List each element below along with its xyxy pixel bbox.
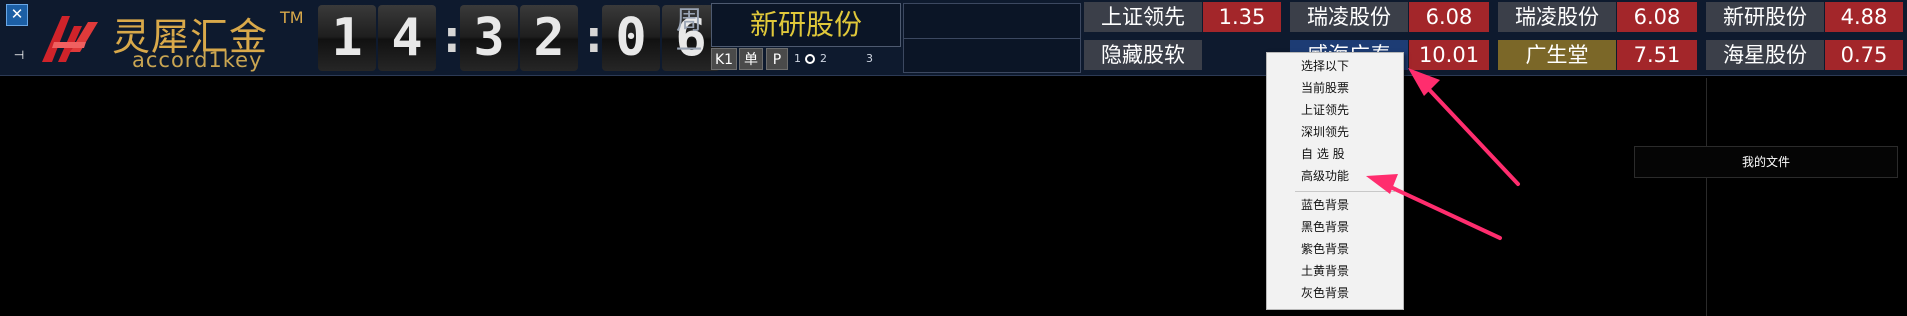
menu-item[interactable]: 灰色背景: [1301, 284, 1349, 302]
desktop-divider: [1706, 78, 1707, 316]
menu-item[interactable]: 黑色背景: [1301, 218, 1349, 236]
clock-digit: 2: [520, 5, 578, 71]
close-icon[interactable]: ✕: [6, 4, 28, 26]
ticker-value: 6.08: [1409, 2, 1489, 32]
logo-mark-icon: [42, 16, 98, 62]
p-button[interactable]: P: [766, 48, 788, 70]
context-menu: 选择以下 当前股票 上证领先 深圳领先 自 选 股 高级功能 蓝色背景 黑色背景…: [1266, 52, 1404, 310]
ticker-name[interactable]: 隐藏股软: [1084, 40, 1202, 70]
menu-separator: [1295, 191, 1395, 192]
menu-item[interactable]: 深圳领先: [1301, 123, 1349, 141]
arrow-icon: [1408, 68, 1520, 186]
my-files-item[interactable]: 我的文件: [1634, 146, 1898, 178]
ticker-value: 10.01: [1409, 40, 1489, 70]
menu-item[interactable]: 土黄背景: [1301, 262, 1349, 280]
weekday-line-1: 周: [675, 6, 702, 36]
clock-separator: :: [438, 9, 466, 63]
weekday-line-2: 一: [675, 36, 702, 66]
info-panel: [903, 3, 1081, 73]
clock-digit: 3: [460, 5, 518, 71]
menu-item[interactable]: 选择以下: [1301, 57, 1349, 75]
ticker-value: 6.08: [1617, 2, 1697, 32]
ticker-name[interactable]: 瑞凌股份: [1498, 2, 1616, 32]
ticker-value: 1.35: [1203, 2, 1281, 32]
divider: [904, 38, 1080, 39]
menu-item[interactable]: 紫色背景: [1301, 240, 1349, 258]
single-button[interactable]: 单: [739, 48, 763, 70]
ticker-name[interactable]: 新研股份: [1706, 2, 1824, 32]
current-stock-name[interactable]: 新研股份: [711, 3, 901, 47]
ticker-name[interactable]: 上证领先: [1084, 2, 1202, 32]
pin-icon[interactable]: ⊣: [10, 48, 28, 62]
weekday-label: 周 一: [673, 6, 705, 66]
ticker-name[interactable]: 瑞凌股份: [1290, 2, 1408, 32]
menu-item[interactable]: 上证领先: [1301, 101, 1349, 119]
ticker-name[interactable]: 广生堂: [1498, 40, 1616, 70]
app-logo: 灵犀汇金 TM accord1key: [40, 4, 310, 72]
radio-selected-icon[interactable]: [804, 53, 816, 65]
ticker-value: 4.88: [1825, 2, 1903, 32]
top-toolbar: ✕ ⊣ 灵犀汇金 TM accord1key 1 4 : 3 2 : 0 6 周…: [0, 0, 1907, 76]
clock-separator: :: [580, 9, 608, 63]
clock-digit: 4: [378, 5, 436, 71]
k1-button[interactable]: K1: [711, 48, 737, 70]
clock-digit: 0: [602, 5, 660, 71]
menu-item[interactable]: 高级功能: [1301, 167, 1349, 185]
logo-trademark: TM: [280, 8, 304, 27]
clock-digit: 1: [318, 5, 376, 71]
menu-item[interactable]: 当前股票: [1301, 79, 1349, 97]
logo-english-text: accord1key: [132, 48, 263, 72]
ticker-value: 7.51: [1617, 40, 1697, 70]
ticker-name[interactable]: 海星股份: [1706, 40, 1824, 70]
radio-option-3[interactable]: 3: [866, 52, 873, 66]
menu-item[interactable]: 自 选 股: [1301, 145, 1345, 163]
radio-option-2[interactable]: 2: [820, 52, 827, 66]
ticker-value: 0.75: [1825, 40, 1903, 70]
radio-option-1[interactable]: 1: [794, 52, 801, 66]
menu-item[interactable]: 蓝色背景: [1301, 196, 1349, 214]
